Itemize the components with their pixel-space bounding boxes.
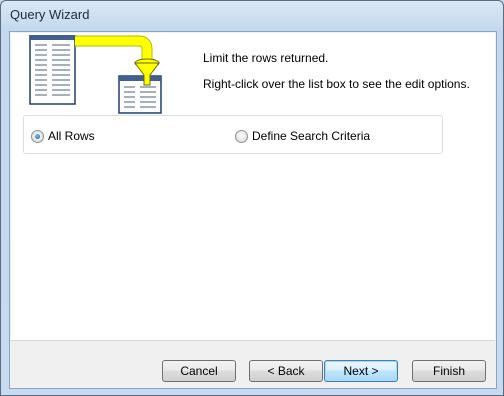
wizard-content-panel: Limit the rows returned. Right-click ove… [11,33,495,341]
window-title: Query Wizard [10,7,90,22]
radio-unselected-icon [235,129,248,143]
filter-rows-illustration-icon [29,35,162,114]
cancel-button[interactable]: Cancel [162,360,236,382]
instruction-text: Limit the rows returned. [203,51,329,65]
all-rows-radio[interactable]: All Rows [31,128,95,144]
back-button[interactable]: < Back [249,360,323,382]
define-search-criteria-radio[interactable]: Define Search Criteria [235,128,370,144]
define-search-criteria-label: Define Search Criteria [252,129,371,143]
query-wizard-window: Query Wizard Limit the rows returned. Ri… [0,0,504,396]
finish-button[interactable]: Finish [412,360,486,382]
result-table-icon [118,75,162,114]
row-filter-options-group: All Rows Define Search Criteria [23,115,443,154]
all-rows-label: All Rows [48,129,95,143]
title-bar[interactable]: Query Wizard [1,1,503,29]
next-button[interactable]: Next > [324,360,398,382]
wizard-client-area: Limit the rows returned. Right-click ove… [9,31,497,389]
source-table-icon [29,35,76,105]
radio-selected-icon [31,129,44,143]
hint-text: Right-click over the list box to see the… [203,77,470,91]
